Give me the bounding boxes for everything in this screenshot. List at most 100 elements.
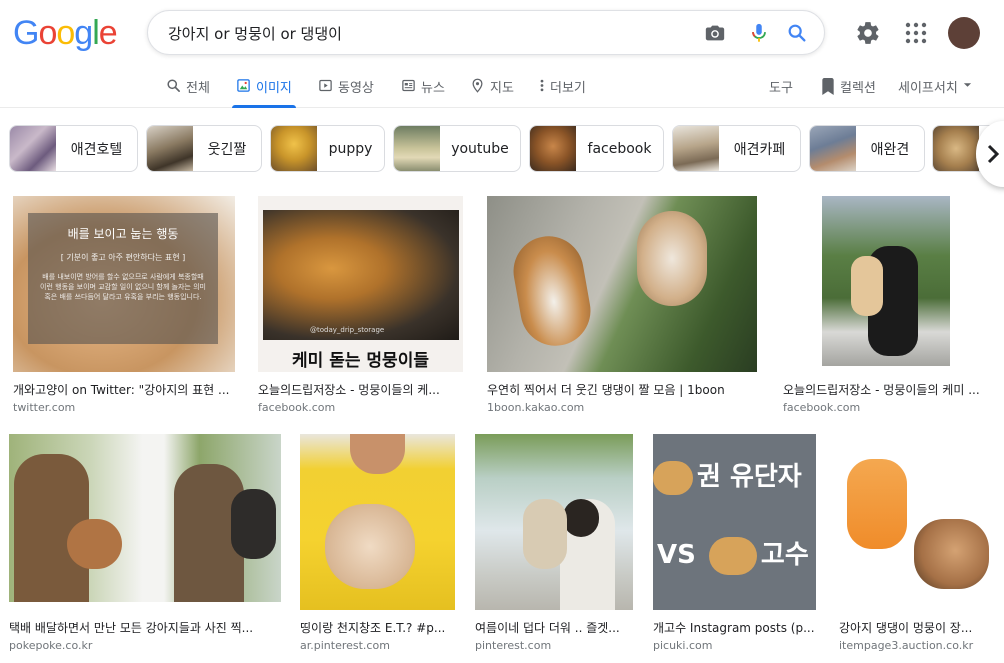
image-result[interactable]: 띵이랑 천지창조 E.T.? #p... ar.pinterest.com <box>300 434 455 654</box>
dog-shape <box>523 499 567 569</box>
overlay-body: 배를 내보이면 방어를 할수 없으므로 사람에게 복종할때 이런 행동을 보이며… <box>40 273 206 301</box>
result-site[interactable]: pinterest.com <box>475 639 551 652</box>
result-image[interactable] <box>475 434 633 610</box>
camera-icon[interactable] <box>704 22 726 44</box>
result-title[interactable]: 여름이네 덥다 더워 .. 즐겟... <box>475 619 633 636</box>
chip-label: 애견호텔 <box>70 141 123 158</box>
image-result[interactable]: 우연히 찍어서 더 웃긴 댕댕이 짤 모음 | 1boon 1boon.kaka… <box>487 196 757 416</box>
result-site[interactable]: twitter.com <box>13 401 75 414</box>
dog-shape <box>851 256 883 316</box>
search-icon[interactable] <box>786 22 808 44</box>
result-title[interactable]: 개고수 Instagram posts (p... <box>653 619 816 636</box>
search-tabs: 전체 이미지 동영상 뉴스 지도 더보기 도구 컬렉션 세이프서치 <box>0 66 1004 108</box>
result-title[interactable]: 오늘의드립저장소 - 멍뭉이들의 케미 ... <box>783 381 991 398</box>
tab-images[interactable]: 이미지 <box>232 77 296 108</box>
image-result[interactable]: 케미 돋는 멍뭉이들 @today_drip_storage 오늘의드립저장소 … <box>258 196 463 416</box>
gear-icon[interactable] <box>855 20 881 46</box>
result-site[interactable]: pokepoke.co.kr <box>9 639 92 652</box>
image-result[interactable]: 강아지 댕댕이 멍뭉이 장... itempage3.auction.co.kr <box>839 434 991 654</box>
result-image[interactable] <box>9 434 281 602</box>
image-result[interactable]: 배를 보이고 눕는 행동 [ 기분이 좋고 아주 편안하다는 표현 ] 배를 내… <box>13 196 235 416</box>
result-title[interactable]: 개와고양이 on Twitter: "강아지의 표현 ... <box>13 381 235 398</box>
collections-button[interactable]: 컬렉션 <box>821 77 876 108</box>
result-site[interactable]: ar.pinterest.com <box>300 639 390 652</box>
overlay-text: 권 유단자 <box>697 462 802 492</box>
tab-label: 이미지 <box>256 81 292 96</box>
result-title[interactable]: 오늘의드립저장소 - 멍뭉이들의 케... <box>258 381 463 398</box>
person-face <box>350 434 405 474</box>
result-site[interactable]: 1boon.kakao.com <box>487 401 584 414</box>
microphone-icon[interactable] <box>748 22 770 44</box>
overlay-subtitle: [ 기분이 좋고 아주 편안하다는 표현 ] <box>60 253 186 262</box>
search-icon <box>167 79 180 92</box>
caret-down-icon <box>963 83 971 87</box>
chip-thumbnail <box>147 126 193 171</box>
play-icon <box>319 79 332 92</box>
more-vert-icon <box>540 79 544 92</box>
dog-emoji-icon <box>708 536 757 575</box>
result-title[interactable]: 강아지 댕댕이 멍뭉이 장... <box>839 619 991 636</box>
result-site[interactable]: picuki.com <box>653 639 712 652</box>
result-image[interactable]: 권 유단자 VS 고수 <box>653 434 816 610</box>
search-input[interactable] <box>168 22 688 44</box>
result-site[interactable]: itempage3.auction.co.kr <box>839 639 973 652</box>
dog-shape <box>637 211 707 306</box>
image-icon <box>237 79 250 92</box>
image-result[interactable]: 여름이네 덥다 더워 .. 즐겟... pinterest.com <box>475 434 633 654</box>
result-title[interactable]: 택배 배달하면서 만난 모든 강아지들과 사진 찍... <box>9 619 281 636</box>
overlay-line2: VS 고수 <box>653 534 816 575</box>
chevron-right-icon <box>987 144 1000 164</box>
chip[interactable]: facebook <box>529 125 664 172</box>
tab-videos[interactable]: 동영상 <box>318 77 374 108</box>
result-image[interactable] <box>487 196 757 372</box>
search-box <box>147 10 825 55</box>
bookmark-icon <box>822 78 834 95</box>
apps-grid-icon[interactable] <box>905 22 927 44</box>
dog-shape <box>67 519 122 569</box>
dog-shape <box>507 230 597 352</box>
tab-more[interactable]: 더보기 <box>539 77 586 108</box>
chip[interactable]: puppy <box>270 125 385 172</box>
tools-label: 도구 <box>769 81 793 96</box>
chip[interactable]: youtube <box>393 125 521 172</box>
image-result[interactable]: 권 유단자 VS 고수 개고수 Instagram posts (p... pi… <box>653 434 816 654</box>
logo-letter: o <box>38 14 57 52</box>
result-site[interactable]: facebook.com <box>783 401 860 414</box>
map-pin-icon <box>472 78 483 93</box>
result-image[interactable]: 케미 돋는 멍뭉이들 @today_drip_storage <box>258 196 463 372</box>
tools-button[interactable]: 도구 <box>769 77 793 108</box>
tab-label: 동영상 <box>338 81 374 96</box>
dog-shape <box>231 489 276 559</box>
result-title[interactable]: 우연히 찍어서 더 웃긴 댕댕이 짤 모음 | 1boon <box>487 381 757 398</box>
tab-maps[interactable]: 지도 <box>470 77 514 108</box>
result-image[interactable] <box>300 434 455 610</box>
chip-thumbnail <box>394 126 440 171</box>
toy-bone-shape <box>847 459 907 549</box>
chip[interactable]: 애견호텔 <box>9 125 138 172</box>
image-result[interactable]: 택배 배달하면서 만난 모든 강아지들과 사진 찍... pokepoke.co… <box>9 434 281 654</box>
tab-label: 지도 <box>490 81 514 96</box>
chip[interactable]: 애완견 <box>809 125 925 172</box>
image-text-overlay: 배를 보이고 눕는 행동 [ 기분이 좋고 아주 편안하다는 표현 ] 배를 내… <box>28 213 218 344</box>
overlay-watermark: @today_drip_storage <box>310 326 385 334</box>
safesearch-dropdown[interactable]: 세이프서치 <box>898 77 972 108</box>
result-image[interactable]: 배를 보이고 눕는 행동 [ 기분이 좋고 아주 편안하다는 표현 ] 배를 내… <box>13 196 235 372</box>
chip-label: puppy <box>328 140 373 157</box>
chip[interactable]: 애견카페 <box>672 125 801 172</box>
result-image[interactable] <box>783 196 991 372</box>
tab-all[interactable]: 전체 <box>166 77 210 108</box>
tab-news[interactable]: 뉴스 <box>401 77 445 108</box>
result-site[interactable]: facebook.com <box>258 401 335 414</box>
chip-label: 웃긴짤 <box>207 141 247 158</box>
logo-letter: o <box>56 14 75 52</box>
result-title[interactable]: 띵이랑 천지창조 E.T.? #p... <box>300 619 455 636</box>
safesearch-label: 세이프서치 <box>898 81 958 96</box>
google-logo[interactable]: Google <box>13 14 118 53</box>
logo-letter: G <box>13 14 39 52</box>
result-image[interactable] <box>839 434 991 610</box>
chip-label: 애완견 <box>870 141 910 158</box>
chip-thumbnail <box>673 126 719 171</box>
image-result[interactable]: 오늘의드립저장소 - 멍뭉이들의 케미 ... facebook.com <box>783 196 991 416</box>
avatar[interactable] <box>948 17 980 49</box>
chip[interactable]: 웃긴짤 <box>146 125 262 172</box>
